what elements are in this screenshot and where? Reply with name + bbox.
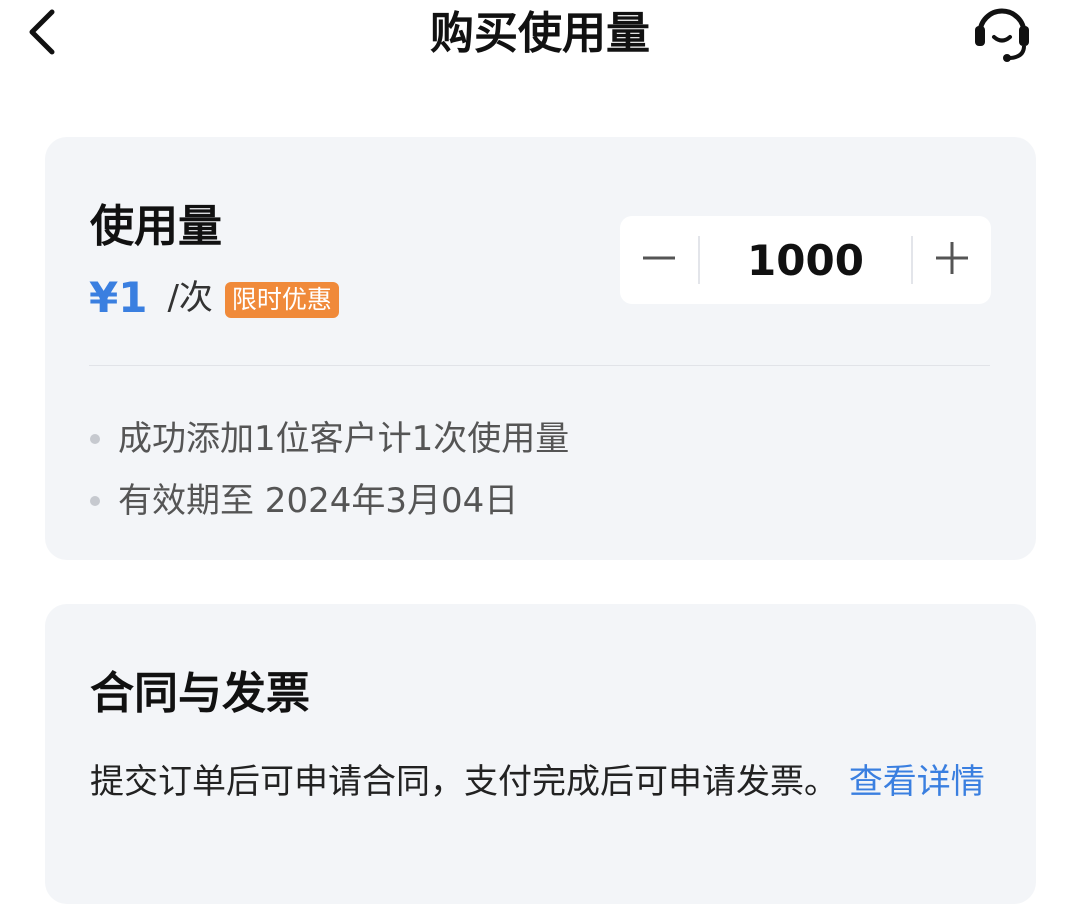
customer-service-button[interactable] xyxy=(966,0,1038,66)
validity-note-text: 有效期至 2024年3月04日 xyxy=(118,481,519,521)
bullet-icon xyxy=(90,496,100,506)
validity-note: 有效期至 2024年3月04日 xyxy=(90,477,518,525)
price-unit: /次 xyxy=(167,278,213,318)
contract-description: 提交订单后可申请合同，支付完成后可申请发票。 查看详情 xyxy=(90,749,995,815)
headset-icon xyxy=(970,0,1034,67)
contract-title: 合同与发票 xyxy=(90,668,310,719)
quantity-stepper xyxy=(620,216,991,304)
contract-description-text: 提交订单后可申请合同，支付完成后可申请发票。 xyxy=(90,762,838,802)
decrease-button[interactable] xyxy=(620,216,698,304)
increase-button[interactable] xyxy=(913,216,991,304)
price-row: ¥1 /次 限时优惠 xyxy=(89,272,339,324)
bullet-icon xyxy=(90,434,100,444)
quantity-input[interactable] xyxy=(700,216,911,304)
view-details-link[interactable]: 查看详情 xyxy=(849,762,985,802)
promo-badge: 限时优惠 xyxy=(224,282,339,318)
page-title: 购买使用量 xyxy=(430,8,650,59)
usage-note-text: 成功添加1位客户计1次使用量 xyxy=(118,419,570,459)
usage-card: 使用量 ¥1 /次 限时优惠 成功添加1位客户计1次 xyxy=(45,137,1036,560)
plus-icon xyxy=(934,240,970,280)
minus-icon xyxy=(641,240,677,280)
unit-price: ¥1 xyxy=(89,273,148,322)
contract-invoice-card: 合同与发票 提交订单后可申请合同，支付完成后可申请发票。 查看详情 xyxy=(45,604,1036,904)
usage-title: 使用量 xyxy=(90,201,222,252)
card-divider xyxy=(89,365,990,366)
usage-note: 成功添加1位客户计1次使用量 xyxy=(90,415,569,463)
top-bar: 购买使用量 xyxy=(0,0,1080,72)
